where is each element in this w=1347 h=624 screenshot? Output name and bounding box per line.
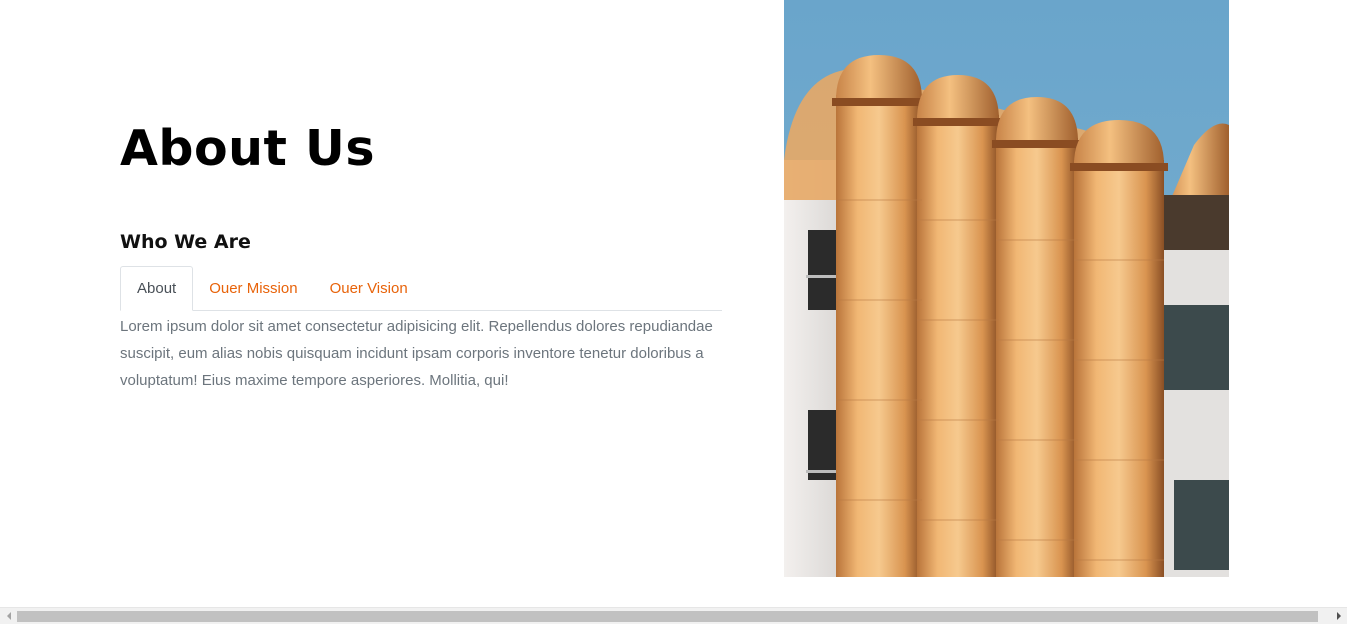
section-heading: Who We Are (120, 231, 251, 253)
scroll-right-button[interactable] (1330, 608, 1347, 624)
tab-mission[interactable]: Ouer Mission (193, 266, 313, 310)
tab-about[interactable]: About (120, 266, 194, 311)
horizontal-scrollbar[interactable] (0, 607, 1347, 624)
tab-bar: About Ouer Mission Ouer Vision (120, 266, 722, 311)
triangle-left-icon (6, 612, 11, 620)
building-pipes-image (784, 0, 1229, 577)
triangle-right-icon (1336, 612, 1341, 620)
page-title: About Us (120, 120, 375, 177)
tab-panel-text: Lorem ipsum dolor sit amet consectetur a… (120, 318, 713, 389)
page: About Us Who We Are About Ouer Mission O… (0, 0, 1347, 624)
scrollbar-thumb[interactable] (17, 611, 1318, 622)
tab-vision[interactable]: Ouer Vision (314, 266, 424, 310)
scroll-left-button[interactable] (0, 608, 17, 624)
